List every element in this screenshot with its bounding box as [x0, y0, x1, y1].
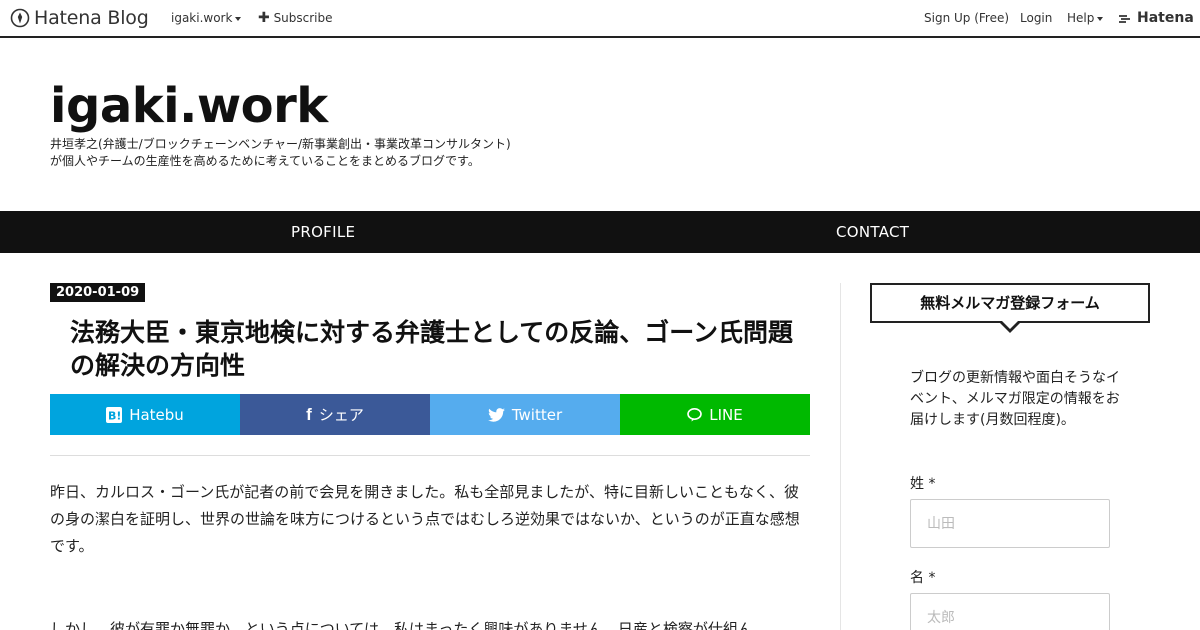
newsletter-heading: 無料メルマガ登録フォーム — [870, 283, 1150, 323]
caret-down-icon — [1097, 16, 1104, 21]
blog-description: 井垣孝之(弁護士/ブロックチェーンベンチャー/新事業創出・事業改革コンサルタント… — [50, 136, 511, 170]
heading-pointer-inner — [1001, 320, 1019, 329]
entry-date[interactable]: 2020-01-09 — [50, 283, 146, 302]
hatena-blog-logo[interactable]: Hatena Blog — [10, 0, 149, 36]
entry-title[interactable]: 法務大臣・東京地検に対する弁護士としての反論、ゴーン氏問題の解決の方向性 — [70, 316, 815, 382]
facebook-share-button[interactable]: f シェア — [240, 394, 430, 435]
blog-title[interactable]: igaki.work — [50, 78, 328, 134]
nav-item-profile[interactable]: PROFILE — [291, 211, 355, 253]
sidebar-divider — [840, 283, 841, 630]
hatena-mark-icon — [1119, 14, 1130, 23]
last-name-label: 姓 * — [910, 476, 936, 492]
hatena-logo[interactable]: Hatena — [1118, 0, 1194, 36]
global-nav: PROFILE CONTACT — [0, 211, 1200, 253]
article-paragraph: しかし、彼が有罪か無罪か、という点については、私はまったく興味がありません。日産… — [50, 620, 753, 630]
line-label: LINE — [709, 405, 743, 424]
subscribe-label: Subscribe — [273, 11, 333, 25]
facebook-label: シェア — [318, 406, 364, 424]
blog-menu-dropdown[interactable]: igaki.work — [171, 0, 242, 36]
hatebu-label: Hatebu — [129, 405, 184, 424]
login-link[interactable]: Login — [1020, 0, 1052, 36]
first-name-input[interactable] — [910, 593, 1110, 630]
caret-down-icon — [235, 16, 242, 21]
newsletter-description: ブログの更新情報や面白そうなイベント、メルマガ限定の情報をお届けします(月数回程… — [910, 370, 1120, 428]
nav-item-contact[interactable]: CONTACT — [836, 211, 909, 253]
hatena-label: Hatena — [1137, 10, 1194, 26]
blog-menu-label: igaki.work — [171, 11, 233, 25]
article-paragraph: 昨日、カルロス・ゴーン氏が記者の前で会見を開きました。私も全部見ましたが、特に目… — [50, 483, 800, 555]
twitter-bird-icon — [487, 407, 505, 422]
facebook-icon: f — [306, 404, 312, 424]
first-name-label: 名 * — [910, 570, 936, 586]
svg-text:B!: B! — [108, 409, 121, 422]
signup-link[interactable]: Sign Up (Free) — [924, 0, 1009, 36]
twitter-label: Twitter — [511, 405, 563, 424]
last-name-input[interactable] — [910, 499, 1110, 548]
help-label: Help — [1067, 11, 1095, 25]
line-share-button[interactable]: LINE — [620, 394, 810, 435]
hatebu-icon: B! — [106, 406, 123, 423]
hatebu-share-button[interactable]: B! Hatebu — [50, 394, 240, 435]
blog-description-line2: が個人やチームの生産性を高めるために考えていることをまとめるブログです。 — [50, 154, 480, 168]
hatena-topbar: Hatena Blog igaki.work ✚ Subscribe Sign … — [0, 0, 1200, 38]
subscribe-button[interactable]: ✚ Subscribe — [258, 0, 333, 36]
blog-description-line1: 井垣孝之(弁護士/ブロックチェーンベンチャー/新事業創出・事業改革コンサルタント… — [50, 137, 511, 151]
twitter-share-button[interactable]: Twitter — [430, 394, 620, 435]
divider — [50, 455, 810, 456]
help-dropdown[interactable]: Help — [1067, 0, 1104, 36]
line-icon — [687, 407, 703, 421]
plus-icon: ✚ — [258, 10, 270, 26]
share-buttons: B! Hatebu f シェア Twitter LINE — [50, 394, 810, 435]
logo-text: Hatena Blog — [34, 7, 149, 29]
hatena-pen-icon — [10, 8, 30, 28]
